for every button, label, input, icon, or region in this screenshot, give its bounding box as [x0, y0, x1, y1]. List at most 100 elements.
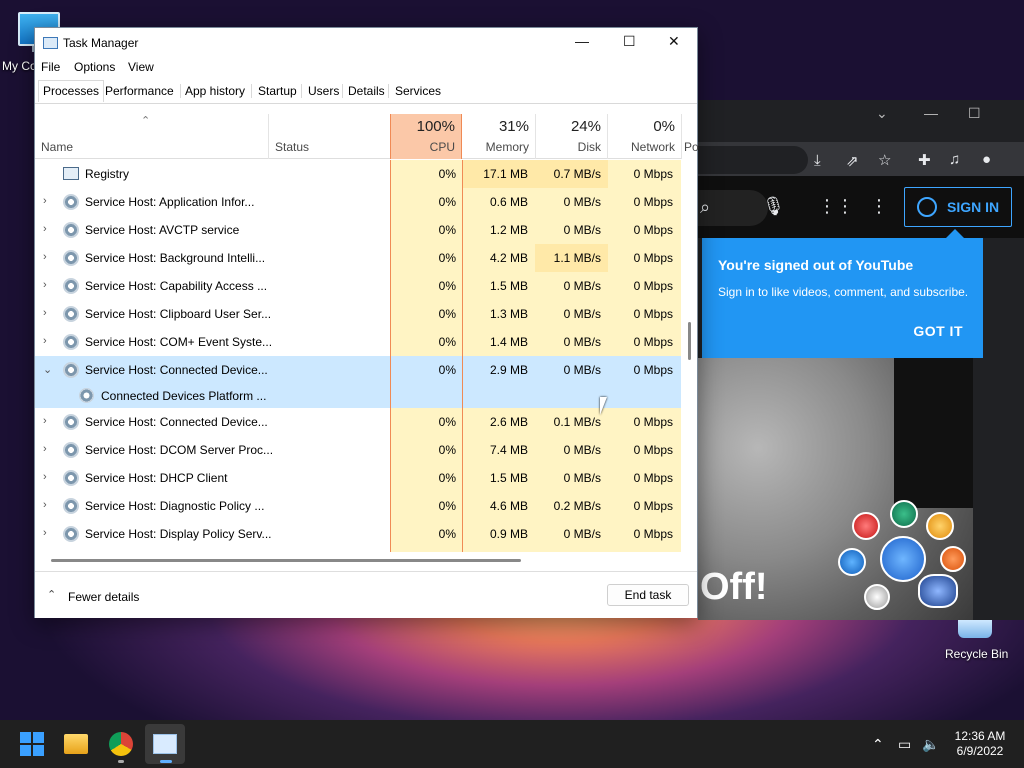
- chevron-right-icon[interactable]: ›: [43, 279, 47, 291]
- table-row[interactable]: › Service Host: Clipboard User Ser... 0%…: [35, 300, 681, 328]
- window-title: Task Manager: [63, 36, 139, 50]
- vertical-scrollbar[interactable]: [688, 322, 691, 360]
- chrome-icon[interactable]: [109, 732, 133, 756]
- media-control-icon[interactable]: ♫: [949, 151, 960, 168]
- maximize-icon[interactable]: ☐: [968, 105, 981, 122]
- table-row[interactable]: › Service Host: Background Intelli... 0%…: [35, 244, 681, 272]
- table-row[interactable]: › Service Host: Diagnostic Policy ... 0%…: [35, 492, 681, 520]
- memory-total-pct[interactable]: 31%: [499, 118, 529, 135]
- maximize-icon[interactable]: ☐: [623, 33, 636, 50]
- tab-startup[interactable]: Startup: [258, 84, 297, 98]
- fewer-details-link[interactable]: Fewer details: [68, 590, 139, 604]
- apps-grid-icon[interactable]: ⋮⋮: [818, 196, 854, 217]
- column-name[interactable]: Name: [41, 140, 73, 154]
- chevron-right-icon[interactable]: ›: [43, 251, 47, 263]
- column-status[interactable]: Status: [275, 140, 309, 154]
- chevron-right-icon[interactable]: ›: [43, 415, 47, 427]
- chevron-right-icon[interactable]: ›: [43, 307, 47, 319]
- process-name: Service Host: Capability Access ...: [85, 279, 268, 293]
- youtube-sign-in-button[interactable]: SIGN IN: [904, 187, 1012, 227]
- file-explorer-icon[interactable]: [64, 734, 88, 754]
- minimize-icon[interactable]: —: [924, 105, 938, 121]
- running-indicator: [118, 760, 124, 763]
- menu-file[interactable]: File: [41, 60, 60, 74]
- table-row[interactable]: › Service Host: Application Infor... 0% …: [35, 188, 681, 216]
- chevron-down-icon[interactable]: ⌄: [43, 363, 52, 376]
- close-icon[interactable]: ✕: [668, 33, 680, 50]
- search-icon[interactable]: ⌕: [700, 197, 710, 218]
- sort-ascending-icon[interactable]: ⌃: [141, 114, 150, 127]
- chrome-titlebar[interactable]: ⌄ — ☐: [698, 100, 1024, 130]
- profile-icon[interactable]: ●: [982, 151, 991, 168]
- install-icon[interactable]: ⤓: [814, 152, 821, 169]
- chevron-right-icon[interactable]: ›: [43, 335, 47, 347]
- table-row[interactable]: › Service Host: DCOM Server Proc... 0% 7…: [35, 436, 681, 464]
- tab-performance[interactable]: Performance: [105, 84, 174, 98]
- column-cpu[interactable]: 100% CPU: [390, 114, 462, 159]
- cpu-value: 0%: [438, 363, 456, 377]
- table-row[interactable]: › Service Host: Capability Access ... 0%…: [35, 272, 681, 300]
- table-row[interactable]: › Service Host: COM+ Event Syste... 0% 1…: [35, 328, 681, 356]
- more-vert-icon[interactable]: ⋮: [870, 196, 888, 217]
- disk-value: 0 MB/s: [563, 307, 601, 321]
- menu-options[interactable]: Options: [74, 60, 115, 74]
- memory-value: 1.4 MB: [489, 335, 528, 349]
- video-overlay-text: Off!: [700, 566, 768, 608]
- chevron-up-icon[interactable]: ⌃: [47, 588, 56, 601]
- process-name: Service Host: Diagnostic Policy ...: [85, 499, 265, 513]
- recycle-bin-icon[interactable]: [958, 620, 992, 638]
- tab-services[interactable]: Services: [395, 84, 441, 98]
- tab-app-history[interactable]: App history: [185, 84, 245, 98]
- gear-icon: [63, 442, 79, 458]
- minimize-icon[interactable]: —: [575, 33, 589, 49]
- tooltip-text: Sign in to like videos, comment, and sub…: [718, 285, 969, 299]
- extensions-icon[interactable]: ✚: [918, 151, 931, 169]
- network-value: 0 Mbps: [633, 195, 673, 209]
- network-value: 0 Mbps: [633, 307, 673, 321]
- disk-total-pct[interactable]: 24%: [571, 118, 601, 135]
- chevron-right-icon[interactable]: ›: [43, 527, 47, 539]
- chevron-right-icon[interactable]: ›: [43, 223, 47, 235]
- chrome-side-area: [973, 358, 1024, 620]
- table-row[interactable]: Registry 0% 17.1 MB 0.7 MB/s 0 Mbps: [35, 160, 681, 188]
- address-bar[interactable]: [698, 146, 808, 174]
- table-row-selected[interactable]: ⌄ Service Host: Connected Device... 0% 2…: [35, 356, 681, 384]
- network-total-pct[interactable]: 0%: [653, 118, 675, 135]
- recycle-bin-label[interactable]: Recycle Bin: [945, 647, 1008, 661]
- process-list[interactable]: Registry 0% 17.1 MB 0.7 MB/s 0 Mbps › Se…: [35, 160, 681, 552]
- network-icon[interactable]: ▭: [898, 736, 911, 753]
- end-task-button[interactable]: End task: [607, 584, 689, 606]
- column-power[interactable]: Po: [684, 140, 699, 154]
- got-it-button[interactable]: GOT IT: [913, 323, 963, 339]
- table-row[interactable]: › Service Host: AVCTP service 0% 1.2 MB …: [35, 216, 681, 244]
- tab-users[interactable]: Users: [308, 84, 339, 98]
- volume-icon[interactable]: 🔈: [922, 736, 939, 753]
- menu-view[interactable]: View: [128, 60, 154, 74]
- chevron-right-icon[interactable]: ›: [43, 443, 47, 455]
- tab-processes[interactable]: Processes: [38, 80, 105, 102]
- chevron-down-icon[interactable]: ⌄: [876, 105, 888, 122]
- table-row[interactable]: › Service Host: DHCP Client 0% 1.5 MB 0 …: [35, 464, 681, 492]
- task-manager-taskbar-icon[interactable]: [153, 734, 177, 754]
- chevron-right-icon[interactable]: ›: [43, 471, 47, 483]
- chevron-up-icon[interactable]: ⌃: [872, 736, 884, 753]
- table-row[interactable]: › Service Host: Connected Device... 0% 2…: [35, 408, 681, 436]
- start-button-icon[interactable]: [20, 732, 44, 756]
- table-row[interactable]: › Service Host: Display Policy Serv... 0…: [35, 520, 681, 548]
- share-icon[interactable]: ⇗: [846, 152, 859, 170]
- column-disk[interactable]: Disk: [578, 140, 601, 154]
- system-clock[interactable]: 12:36 AM 6/9/2022: [948, 729, 1012, 759]
- my-computer-label[interactable]: My Co: [2, 59, 37, 73]
- chevron-right-icon[interactable]: ›: [43, 195, 47, 207]
- child-service-row[interactable]: Connected Devices Platform ...: [35, 384, 681, 408]
- column-memory[interactable]: Memory: [486, 140, 529, 154]
- memory-value: 4.2 MB: [489, 251, 528, 265]
- column-network[interactable]: Network: [631, 140, 675, 154]
- bookmark-star-icon[interactable]: ☆: [878, 151, 891, 169]
- chevron-right-icon[interactable]: ›: [43, 499, 47, 511]
- microphone-icon[interactable]: 🎙: [762, 196, 785, 217]
- tab-details[interactable]: Details: [348, 84, 385, 98]
- orange-orb-icon: [940, 546, 966, 572]
- task-manager-window[interactable]: Task Manager — ☐ ✕ File Options View Pro…: [34, 27, 699, 618]
- horizontal-scrollbar[interactable]: [51, 559, 521, 562]
